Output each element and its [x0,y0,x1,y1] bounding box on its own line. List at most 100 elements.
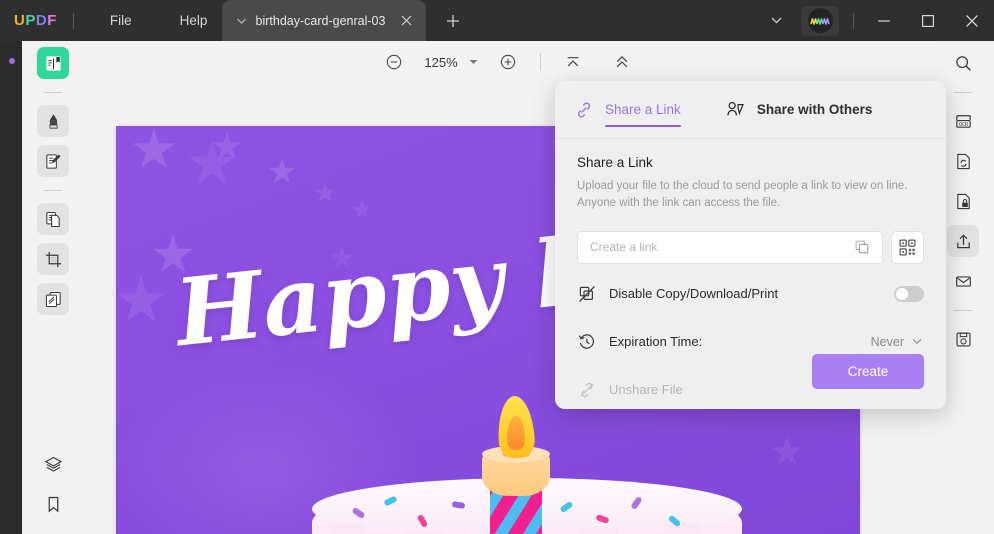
chevron-down-icon[interactable] [910,335,924,349]
disable-copy-download-print-toggle[interactable] [894,285,924,302]
tab-share-with-others[interactable]: Share with Others [725,81,873,138]
logo-letter-d: D [35,12,48,29]
create-link-button[interactable]: Create [812,354,924,389]
copy-icon[interactable] [850,235,874,259]
sidebar-item-organize-pages[interactable] [37,203,69,235]
minimize-button[interactable] [862,0,906,41]
zoom-level-value[interactable]: 125% [420,55,462,70]
rail-item-save[interactable] [947,323,979,355]
right-rail-divider-2 [954,310,972,311]
document-tab[interactable]: birthday-card-genral-03 [222,0,426,41]
tab-share-a-link-label: Share a Link [605,102,681,127]
sidebar-item-bookmarks[interactable] [37,488,69,520]
rail-divider [44,92,62,93]
document-tab-title: birthday-card-genral-03 [255,13,386,28]
zoom-out-icon [386,54,402,70]
app-shell: 125% Happy OCR Share a Link Share with O… [22,41,994,534]
sidebar-item-reader[interactable] [37,47,69,79]
sidebar-item-layers[interactable] [37,448,69,480]
window-controls-divider [853,12,854,29]
rail-item-convert[interactable] [947,145,979,177]
sidebar-item-crop[interactable] [37,243,69,275]
maximize-button[interactable] [906,0,950,41]
go-to-first-page-icon [567,57,579,67]
close-icon[interactable] [395,10,417,32]
open-book-icon [45,55,61,71]
link-input-wrapper[interactable] [577,230,883,264]
new-tab-button[interactable] [440,8,466,34]
share-link-input[interactable] [590,240,850,254]
svg-text:OCR: OCR [959,121,968,127]
mail-envelope-icon [955,275,971,287]
left-sidebar [22,41,84,534]
pages-icon [45,211,60,227]
ocr-icon: OCR [955,114,971,127]
tab-share-a-link[interactable]: Share a Link [573,81,681,138]
convert-file-icon [956,153,970,169]
frosting-drip [664,524,700,534]
menu-file[interactable]: File [96,7,146,34]
share-panel-tabs: Share a Link Share with Others [555,81,946,139]
menu-help[interactable]: Help [166,7,222,34]
qr-code-icon [899,238,916,256]
rail-item-protect[interactable] [947,185,979,217]
toggle-knob [896,287,908,300]
avatar [807,8,833,33]
logo-letter-u: U [14,12,26,29]
previous-page-button[interactable] [607,47,637,77]
share-upload-icon [956,233,970,248]
expiration-time-label: Expiration Time: [609,334,703,349]
right-rail-divider [954,92,972,93]
expiration-time-value[interactable]: Never [871,335,904,349]
logo-letter-f: F [47,12,57,29]
sidebar-item-annotate[interactable] [37,105,69,137]
account-avatar-button[interactable] [801,5,839,36]
share-panel: Share a Link Share with Others Share a L… [555,81,946,409]
zoom-dropdown-button[interactable] [462,51,484,73]
updf-window: UPDF File Help birthday-card-genral-03 1… [0,0,994,534]
rail-item-search[interactable] [947,47,979,79]
unlink-icon [577,380,597,400]
frosting-drip [332,524,366,534]
sidebar-item-compare[interactable] [37,283,69,315]
zoom-in-icon [500,54,516,70]
tab-share-with-others-label: Share with Others [756,102,873,117]
disable-copy-download-print-row[interactable]: Disable Copy/Download/Print [577,276,924,312]
chevron-down-icon[interactable] [761,6,791,36]
rail-divider-2 [44,190,62,191]
frosting-drip [404,530,444,534]
rail-item-email[interactable] [947,265,979,297]
save-disk-icon [955,331,971,347]
create-link-row [577,230,924,264]
sidebar-item-edit-pdf[interactable] [37,145,69,177]
frosting-drip [580,528,618,534]
status-dot [9,58,15,64]
birthday-cake [312,394,742,534]
zoom-out-button[interactable] [379,47,409,77]
qr-code-button[interactable] [891,230,924,264]
compare-documents-icon [45,291,61,307]
rail-item-ocr[interactable]: OCR [947,105,979,137]
share-panel-heading: Share a Link [577,155,653,170]
go-to-first-page-button[interactable] [558,47,588,77]
link-chain-icon [573,99,595,121]
rail-item-share[interactable] [947,225,979,257]
logo-letter-p: P [25,12,36,29]
app-logo: UPDF [14,12,57,29]
crop-icon [45,251,61,267]
layers-icon [44,456,62,472]
highlighter-pen-icon [48,113,58,129]
search-icon [955,55,971,71]
lock-document-icon [956,193,970,209]
workspace: 125% Happy OCR Share a Link Share with O… [0,41,994,534]
window-controls [761,0,994,41]
zoom-in-button[interactable] [493,47,523,77]
bookmark-icon [48,496,58,512]
logo-divider [72,12,74,29]
share-panel-description: Upload your file to the cloud to send pe… [577,180,908,210]
title-bar: UPDF File Help birthday-card-genral-03 [0,0,994,41]
close-button[interactable] [950,0,994,41]
toolbar-divider [540,53,541,71]
disable-copy-icon [577,284,597,304]
view-toolbar: 125% [84,41,932,83]
